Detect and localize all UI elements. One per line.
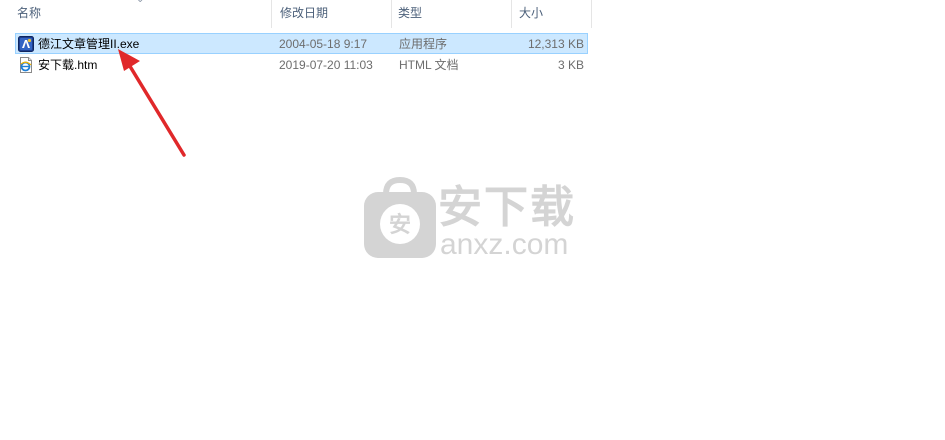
file-modified: 2019-07-20 11:03: [279, 57, 373, 72]
file-row[interactable]: 德江文章管理II.exe 2004-05-18 9:17 应用程序 12,313…: [15, 33, 588, 54]
column-header-type-label: 类型: [398, 6, 423, 20]
file-name: 安下载.htm: [38, 58, 98, 72]
file-row[interactable]: 安下载.htm 2019-07-20 11:03 HTML 文档 3 KB: [15, 54, 588, 75]
sort-chevron-icon: ⌄: [136, 0, 144, 5]
file-modified: 2004-05-18 9:17: [279, 36, 368, 51]
column-header-type[interactable]: 类型: [392, 0, 512, 28]
file-size: 3 KB: [557, 57, 584, 72]
column-header-size-label: 大小: [519, 6, 544, 20]
column-header-name[interactable]: ⌄ 名称: [0, 0, 272, 28]
watermark: 安 安下载 anxz.com: [362, 176, 592, 266]
column-header-row: ⌄ 名称 修改日期 类型 大小: [0, 0, 592, 28]
shield-bag-icon: 安: [364, 176, 436, 258]
watermark-domain: anxz.com: [440, 228, 569, 261]
file-type: 应用程序: [399, 37, 448, 51]
application-icon: [18, 35, 34, 52]
html-document-icon: [20, 56, 32, 73]
column-header-modified-label: 修改日期: [280, 6, 329, 20]
column-header-name-label: 名称: [17, 6, 42, 20]
column-header-modified[interactable]: 修改日期: [272, 0, 392, 28]
file-list: 德江文章管理II.exe 2004-05-18 9:17 应用程序 12,313…: [0, 33, 592, 75]
file-explorer: ⌄ 名称 修改日期 类型 大小 德江文章管理II.exe 2004-05-18: [0, 0, 945, 440]
file-size: 12,313 KB: [527, 36, 584, 51]
watermark-badge-text: 安: [389, 212, 411, 238]
watermark-title: 安下载: [438, 183, 576, 232]
file-type: HTML 文档: [399, 58, 459, 72]
column-header-size[interactable]: 大小: [512, 0, 592, 28]
annotation-arrow: [118, 49, 186, 157]
